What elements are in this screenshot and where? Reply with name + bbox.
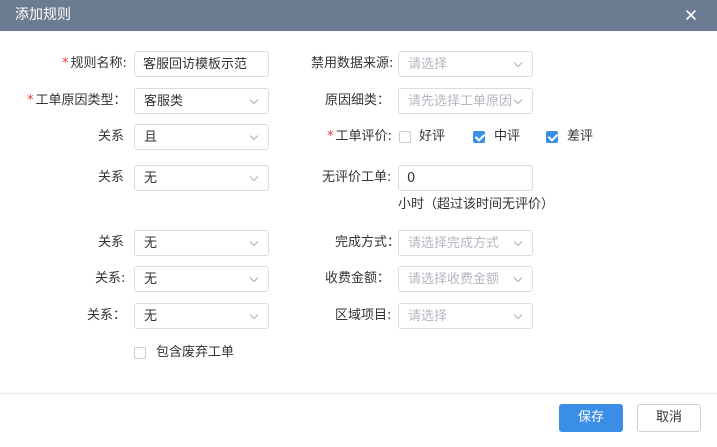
dialog-title: 添加规则 [15,7,71,23]
area-item-label: 区域项目: [335,308,392,323]
relation-value-1: 且 [144,130,158,145]
reason-detail-placeholder: 请先选择工单原因 [408,94,513,109]
chevron-down-icon [249,99,259,105]
rating-bad-label: 差评 [567,129,594,144]
rule-name-input[interactable]: 客服回访模板示范 [134,51,269,77]
fee-amount-select[interactable]: 请选择收费金额 [398,266,533,292]
rating-good-checkbox[interactable] [399,131,411,143]
complete-method-select[interactable]: 请选择完成方式 [398,230,533,256]
complete-method-placeholder: 请选择完成方式 [408,236,500,251]
order-reason-type-label: * 工单原因类型： [27,93,127,108]
relation-label-5: 关系： [87,308,127,323]
chevron-down-icon [249,277,259,283]
rating-neutral-label: 中评 [494,129,521,144]
add-rule-dialog: 添加规则 * 规则名称: 客服回访模板示范 禁用数据来源: 请选择 * 工单原因类型… [0,0,717,447]
rule-name-value: 客服回访模板示范 [143,57,248,72]
footer-divider [0,393,717,394]
chevron-down-icon [513,314,523,320]
area-item-placeholder: 请选择 [408,309,448,324]
fee-amount-placeholder: 请选择收费金额 [408,272,500,287]
dialog-header: 添加规则 [0,0,717,31]
relation-value-3: 无 [144,236,158,251]
rating-good-label: 好评 [419,129,446,144]
rating-bad-checkbox[interactable] [546,131,558,143]
fee-amount-label: 收费金额： [325,271,391,286]
relation-label-4: 关系: [95,271,126,286]
disable-source-select[interactable]: 请选择 [398,51,533,77]
rule-name-label: * 规则名称: [62,56,127,71]
chevron-down-icon [513,62,523,68]
relation-select-1[interactable]: 且 [134,124,269,150]
chevron-down-icon [249,241,259,247]
relation-value-4: 无 [144,272,158,287]
no-rating-hours-input[interactable]: 0 [398,165,533,191]
no-rating-hint: 小时（超过该时间无评价） [398,197,555,212]
chevron-down-icon [249,135,259,141]
relation-label-3: 关系 [98,235,125,250]
required-mark: * [327,129,334,144]
chevron-down-icon [249,314,259,320]
relation-select-2[interactable]: 无 [134,165,269,191]
chevron-down-icon [513,241,523,247]
area-item-select[interactable]: 请选择 [398,303,533,329]
include-abandoned-checkbox[interactable] [134,347,146,359]
required-mark: * [27,93,34,108]
relation-value-5: 无 [144,309,158,324]
relation-select-4[interactable]: 无 [134,266,269,292]
order-rating-label: * 工单评价: [327,129,392,144]
save-button[interactable]: 保存 [559,404,623,432]
relation-value-2: 无 [144,171,158,186]
chevron-down-icon [513,277,523,283]
reason-detail-select[interactable]: 请先选择工单原因 [398,88,533,114]
disable-source-placeholder: 请选择 [408,57,448,72]
include-abandoned-label: 包含废弃工单 [156,345,235,360]
relation-label-1: 关系 [98,129,125,144]
relation-label-2: 关系 [98,170,125,185]
close-icon[interactable] [683,7,699,23]
reason-detail-label: 原因细类： [325,93,391,108]
chevron-down-icon [513,99,523,105]
relation-select-3[interactable]: 无 [134,230,269,256]
no-rating-order-label: 无评价工单: [322,170,392,185]
required-mark: * [62,56,69,71]
cancel-button[interactable]: 取消 [637,404,701,432]
no-rating-hours-value: 0 [407,171,416,186]
relation-select-5[interactable]: 无 [134,303,269,329]
chevron-down-icon [249,176,259,182]
rating-neutral-checkbox[interactable] [473,131,485,143]
order-reason-type-value: 客服类 [144,94,184,109]
order-reason-type-select[interactable]: 客服类 [134,88,269,114]
complete-method-label: 完成方式： [335,235,401,250]
disable-source-label: 禁用数据来源: [311,56,394,71]
